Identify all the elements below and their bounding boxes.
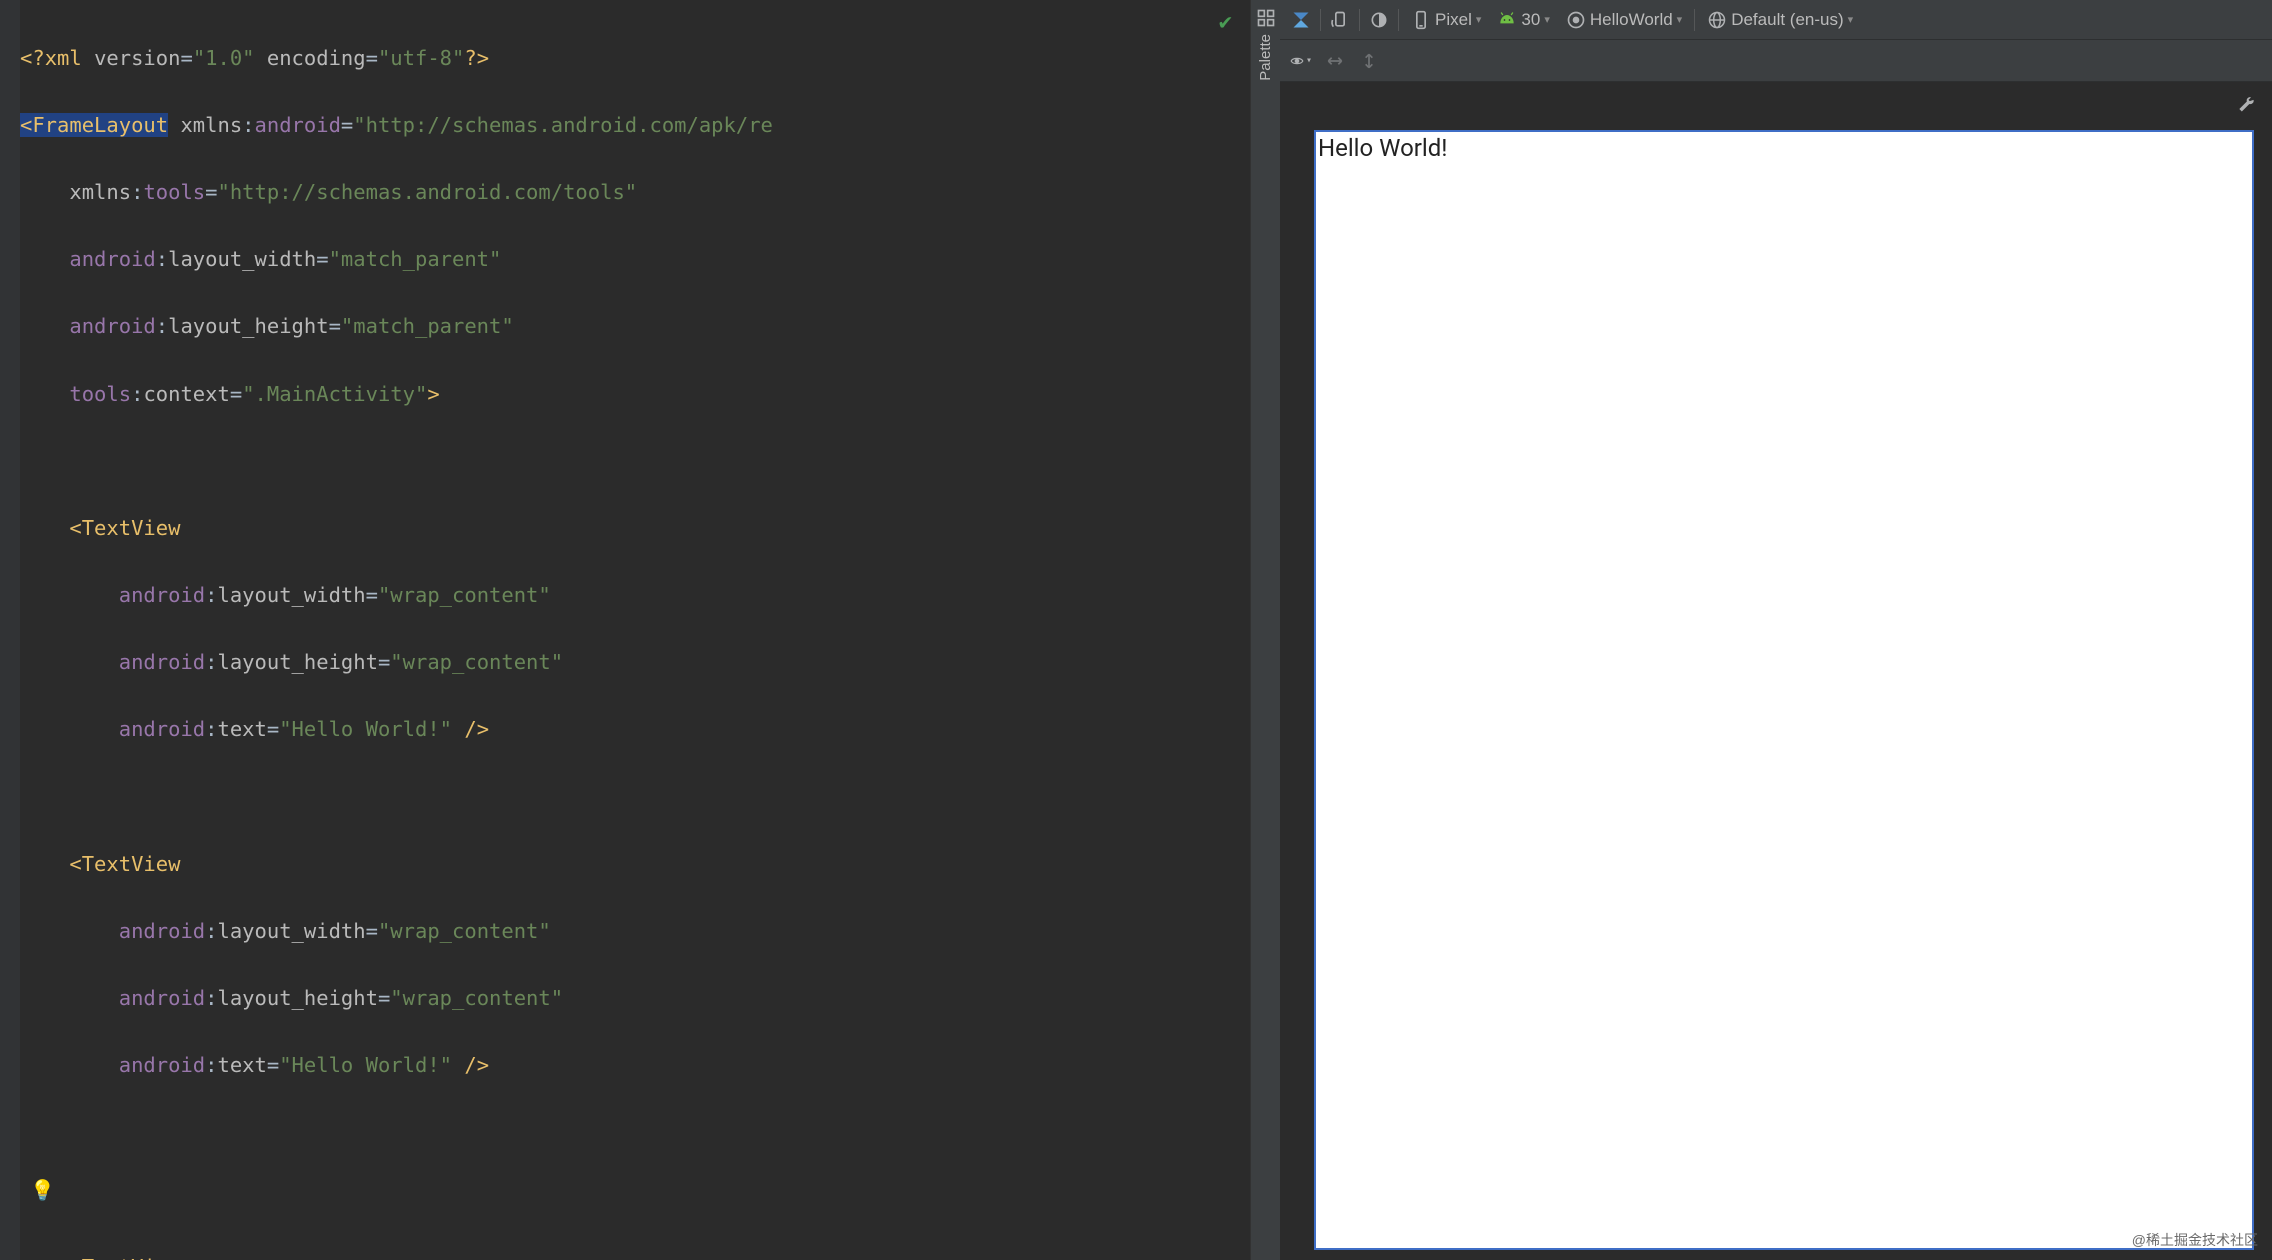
attr: layout_height	[218, 986, 378, 1010]
ns: android	[119, 986, 205, 1010]
ns: tools	[69, 382, 131, 406]
ns: tools	[143, 180, 205, 204]
android-icon	[1497, 10, 1517, 30]
string: "1.0"	[193, 46, 255, 70]
palette-icon	[1256, 8, 1276, 28]
editor-pane: ✔ 💡 <?xml version="1.0" encoding="utf-8"…	[0, 0, 1250, 1260]
toolbar-separator	[1359, 9, 1360, 31]
attr: xmlns	[69, 180, 131, 204]
watermark: @稀土掘金技术社区	[2132, 1230, 2258, 1250]
tag: TextView	[82, 516, 181, 540]
ns: android	[119, 717, 205, 741]
locale-label: Default (en-us)	[1731, 10, 1843, 30]
preview-canvas[interactable]: Hello World! @稀土掘金技术社区	[1280, 82, 2272, 1260]
api-dropdown[interactable]: 30 ▾	[1493, 8, 1553, 32]
device-frame[interactable]: Hello World!	[1314, 130, 2254, 1250]
ns: android	[255, 113, 341, 137]
attr: layout_height	[168, 314, 328, 338]
string: "match_parent"	[341, 314, 514, 338]
chevron-down-icon: ▾	[1848, 13, 1854, 26]
editor-gutter	[0, 0, 20, 1260]
root-tag-open: <FrameLayout	[20, 113, 168, 137]
string: "wrap_content"	[390, 986, 563, 1010]
toolbar-separator	[1398, 9, 1399, 31]
preview-textview[interactable]: Hello World!	[1316, 132, 2252, 162]
orientation-icon[interactable]	[1329, 9, 1351, 31]
attr: text	[218, 1053, 267, 1077]
ns: android	[119, 919, 205, 943]
xml-decl-open: <?	[20, 46, 45, 70]
toolbar-separator	[1694, 9, 1695, 31]
phone-icon	[1411, 10, 1431, 30]
attr: layout_height	[218, 650, 378, 674]
inspection-checkmark-icon[interactable]: ✔	[1219, 10, 1232, 35]
string: "Hello World!"	[279, 717, 452, 741]
pan-vertical-icon	[1358, 50, 1380, 72]
chevron-down-icon: ▾	[1544, 13, 1550, 26]
api-label: 30	[1521, 10, 1540, 30]
chevron-down-icon: ▾	[1306, 55, 1312, 66]
self-close: />	[464, 717, 489, 741]
string: "utf-8"	[378, 46, 464, 70]
intention-bulb-icon[interactable]: 💡	[30, 1178, 55, 1202]
theme-dropdown[interactable]: HelloWorld ▾	[1562, 8, 1686, 32]
attr: version	[94, 46, 180, 70]
string: "http://schemas.android.com/apk/re	[353, 113, 773, 137]
attr: layout_width	[218, 919, 366, 943]
string: ".MainActivity"	[242, 382, 427, 406]
attr: xmlns	[180, 113, 242, 137]
ns: android	[119, 583, 205, 607]
code-editor[interactable]: <?xml version="1.0" encoding="utf-8"?> <…	[0, 0, 1250, 1260]
string: "wrap_content"	[390, 650, 563, 674]
attr: encoding	[267, 46, 366, 70]
device-dropdown[interactable]: Pixel ▾	[1407, 8, 1485, 32]
string: "wrap_content"	[378, 583, 551, 607]
palette-label: Palette	[1257, 34, 1274, 81]
xml-decl-close: ?>	[464, 46, 489, 70]
device-label: Pixel	[1435, 10, 1472, 30]
night-mode-icon[interactable]	[1368, 9, 1390, 31]
preview-pane: Pixel ▾ 30 ▾ HelloWorld ▾ Default (en-us…	[1280, 0, 2272, 1260]
preview-toolbar: Pixel ▾ 30 ▾ HelloWorld ▾ Default (en-us…	[1280, 0, 2272, 40]
preview-header	[1280, 82, 2272, 130]
chevron-down-icon: ▾	[1677, 13, 1683, 26]
preview-toolbar-secondary: ▾	[1280, 40, 2272, 82]
ns: android	[69, 314, 155, 338]
toolbar-separator	[1320, 9, 1321, 31]
chevron-down-icon: ▾	[1476, 13, 1482, 26]
wrench-icon[interactable]	[2236, 94, 2256, 119]
ns: android	[119, 650, 205, 674]
pan-horizontal-icon	[1324, 50, 1346, 72]
globe-icon	[1707, 10, 1727, 30]
ns: android	[69, 247, 155, 271]
locale-dropdown[interactable]: Default (en-us) ▾	[1703, 8, 1857, 32]
tag: TextView	[82, 852, 181, 876]
string: "match_parent"	[329, 247, 502, 271]
xml-decl-name: xml	[45, 46, 82, 70]
attr: layout_width	[218, 583, 366, 607]
theme-label: HelloWorld	[1590, 10, 1673, 30]
attr: context	[143, 382, 229, 406]
attr: text	[218, 717, 267, 741]
string: "wrap_content"	[378, 919, 551, 943]
surface-icon[interactable]	[1290, 9, 1312, 31]
string: "Hello World!"	[279, 1053, 452, 1077]
ns: android	[119, 1053, 205, 1077]
palette-tab[interactable]: Palette	[1250, 0, 1280, 1260]
string: "http://schemas.android.com/tools"	[218, 180, 638, 204]
theme-icon	[1566, 10, 1586, 30]
self-close: />	[464, 1053, 489, 1077]
attr: layout_width	[168, 247, 316, 271]
eye-dropdown-icon[interactable]: ▾	[1290, 50, 1312, 72]
tag: TextView	[82, 1255, 181, 1260]
